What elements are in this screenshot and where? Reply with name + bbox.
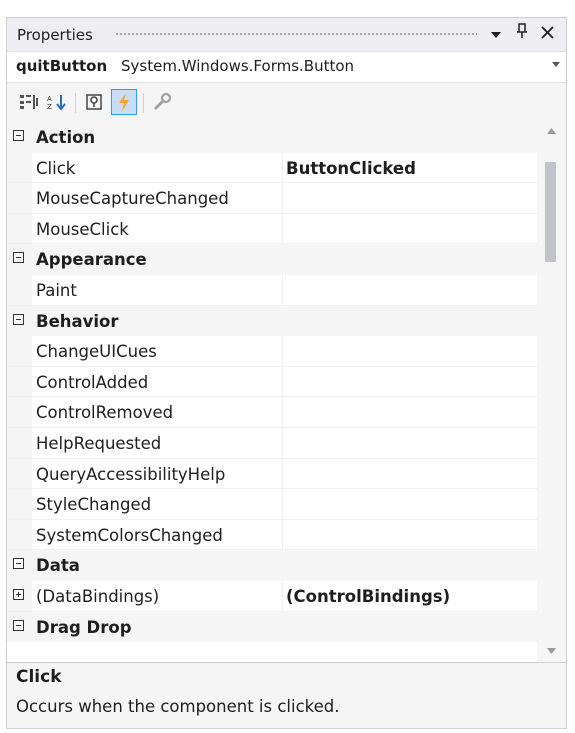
- category-row-data[interactable]: Data: [7, 550, 537, 581]
- properties-panel: Properties quitButton System.Windows.For…: [6, 17, 567, 729]
- alphabetical-icon[interactable]: A Z: [44, 89, 70, 115]
- property-name: MouseCaptureChanged: [36, 189, 229, 209]
- property-row[interactable]: ChangeUICues: [7, 336, 537, 367]
- title-grip: [115, 32, 477, 37]
- property-name: Paint: [36, 280, 77, 300]
- property-row[interactable]: ControlRemoved: [7, 397, 537, 428]
- property-row[interactable]: SystemColorsChanged: [7, 519, 537, 551]
- properties-toolbar: A Z: [7, 83, 566, 122]
- expand-icon[interactable]: [13, 588, 24, 600]
- category-label: Data: [36, 556, 80, 576]
- category-row-behavior[interactable]: Behavior: [7, 305, 537, 337]
- property-row[interactable]: StyleChanged: [7, 489, 537, 520]
- description-title: Click: [16, 667, 62, 687]
- object-selector-dropdown-icon[interactable]: [552, 59, 560, 70]
- panel-title: Properties: [17, 26, 93, 44]
- property-name: ControlRemoved: [36, 403, 174, 423]
- close-icon[interactable]: [537, 23, 557, 45]
- property-name: MouseClick: [36, 219, 129, 239]
- description-text: Occurs when the component is clicked.: [16, 697, 340, 716]
- scroll-thumb[interactable]: [545, 162, 556, 262]
- window-position-dropdown-icon[interactable]: [486, 23, 506, 45]
- property-name: (DataBindings): [36, 586, 160, 606]
- property-grid: Action Click ButtonClicked MouseCaptureC…: [7, 122, 537, 662]
- property-row[interactable]: MouseClick: [7, 213, 537, 245]
- collapse-icon[interactable]: [13, 313, 24, 325]
- category-row-appearance[interactable]: Appearance: [7, 244, 537, 275]
- svg-text:Z: Z: [47, 103, 52, 111]
- property-name: Click: [36, 158, 76, 178]
- events-icon[interactable]: [111, 89, 137, 115]
- property-row[interactable]: MouseCaptureChanged: [7, 183, 537, 214]
- scroll-down-icon[interactable]: [537, 642, 566, 662]
- property-row[interactable]: Click ButtonClicked: [7, 152, 537, 184]
- collapse-icon[interactable]: [13, 619, 24, 631]
- collapse-icon[interactable]: [13, 558, 24, 570]
- property-name: QueryAccessibilityHelp: [36, 464, 226, 484]
- category-row-action[interactable]: Action: [7, 122, 537, 153]
- scroll-up-icon[interactable]: [537, 122, 566, 142]
- property-row[interactable]: HelpRequested: [7, 427, 537, 459]
- property-row[interactable]: Paint: [7, 274, 537, 306]
- property-row[interactable]: (DataBindings) (ControlBindings): [7, 580, 537, 612]
- selected-object-name: quitButton: [16, 57, 108, 75]
- svg-text:A: A: [47, 95, 52, 103]
- category-label: Appearance: [36, 250, 147, 270]
- collapse-icon[interactable]: [13, 130, 24, 141]
- panel-titlebar[interactable]: Properties: [7, 18, 566, 51]
- property-name: StyleChanged: [36, 495, 152, 515]
- category-row-drag-drop[interactable]: Drag Drop: [7, 611, 537, 643]
- vertical-scrollbar[interactable]: [537, 122, 566, 662]
- property-value[interactable]: (ControlBindings): [286, 587, 450, 606]
- pin-icon[interactable]: [512, 23, 532, 45]
- properties-icon[interactable]: [81, 89, 107, 115]
- property-name: ChangeUICues: [36, 342, 157, 362]
- description-pane: Click Occurs when the component is click…: [7, 662, 566, 728]
- property-value[interactable]: ButtonClicked: [286, 159, 416, 178]
- selected-object-type: System.Windows.Forms.Button: [121, 57, 355, 75]
- collapse-icon[interactable]: [13, 252, 24, 264]
- property-row[interactable]: ControlAdded: [7, 366, 537, 398]
- property-name: HelpRequested: [36, 433, 162, 453]
- toolbar-separator: [143, 93, 144, 113]
- toolbar-separator: [75, 93, 76, 113]
- category-label: Behavior: [36, 311, 119, 331]
- property-row[interactable]: QueryAccessibilityHelp: [7, 458, 537, 490]
- property-pages-icon[interactable]: [149, 89, 175, 115]
- property-name: SystemColorsChanged: [36, 525, 223, 545]
- category-label: Action: [36, 128, 96, 147]
- category-label: Drag Drop: [36, 617, 132, 637]
- categorized-icon[interactable]: [16, 89, 42, 115]
- object-selector[interactable]: quitButton System.Windows.Forms.Button: [7, 51, 566, 83]
- property-name: ControlAdded: [36, 372, 149, 392]
